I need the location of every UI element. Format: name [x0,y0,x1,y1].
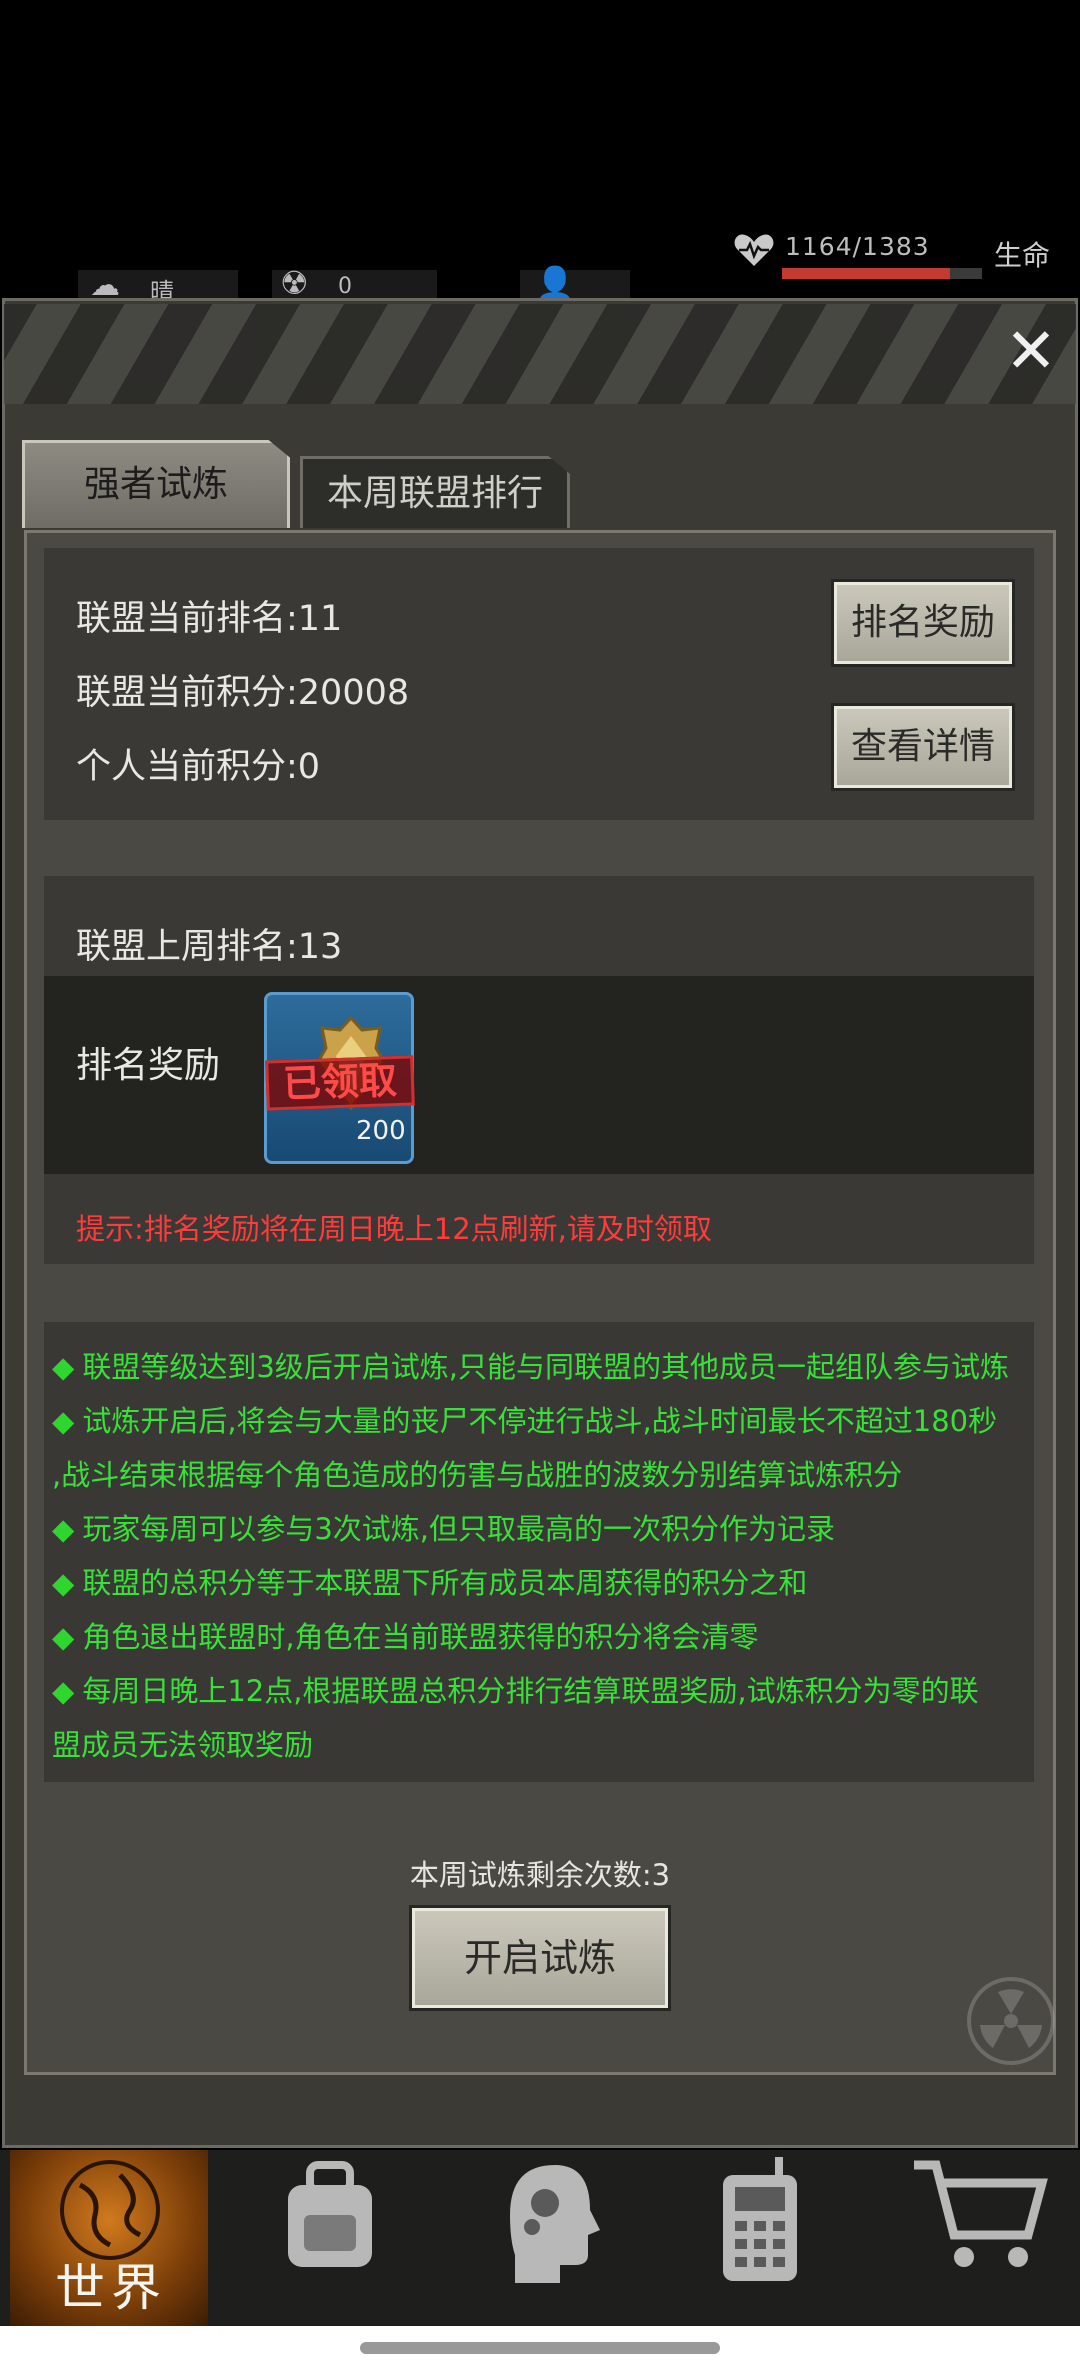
diamond-bullet-icon: ◆ [52,1566,75,1600]
radio-icon [723,2157,797,2281]
close-button[interactable]: ✕ [998,318,1064,384]
rule-item: ◆ 联盟等级达到3级后开启试炼,只能与同联盟的其他成员一起组队参与试炼 [52,1350,1009,1384]
radiation-value: 0 [338,274,352,299]
tab-weekly-alliance-ranking[interactable]: 本周联盟排行 [300,456,570,528]
rule-item: ◆ 角色退出联盟时,角色在当前联盟获得的积分将会清零 [52,1620,759,1654]
claimed-stamp: 已领取 [265,1055,415,1111]
heart-icon [734,234,774,266]
diamond-bullet-icon: ◆ [52,1404,75,1438]
refresh-tip: 提示:排名奖励将在周日晚上12点刷新,请及时领取 [76,1212,712,1246]
cart-icon [914,2160,1048,2267]
diamond-bullet-icon: ◆ [52,1620,75,1654]
head-gears-icon [510,2165,600,2283]
rank-reward-button[interactable]: 排名奖励 [831,579,1015,667]
rule-item: ◆ 玩家每周可以参与3次试炼,但只取最高的一次积分作为记录 [52,1512,835,1546]
view-details-button[interactable]: 查看详情 [831,703,1015,791]
personal-score: 个人当前积分:0 [76,747,321,787]
rule-item: ◆ 试炼开启后,将会与大量的丧尸不停进行战斗,战斗时间最长不超过180秒 [52,1404,998,1438]
start-trial-button[interactable]: 开启试炼 [409,1905,671,2011]
rule-item-continued: ,战斗结束根据每个角色造成的伤害与战胜的波数分别结算试炼积分 [52,1458,903,1492]
diamond-bullet-icon: ◆ [52,1674,75,1708]
life-label: 生命 [994,239,1051,272]
reward-label: 排名奖励 [76,1045,221,1086]
radiation-watermark-icon [967,1977,1055,2065]
hp-bar-fill [782,268,950,279]
person-icon: 👤 [535,264,575,302]
last-week-rank: 联盟上周排名:13 [76,927,343,967]
hazard-stripe-header [4,304,1076,404]
radiation-icon: ☢ [280,264,309,302]
diamond-bullet-icon: ◆ [52,1512,75,1546]
hp-text: 1164/1383 [785,232,930,261]
reward-count: 200 [356,1116,406,1146]
diamond-bullet-icon: ◆ [52,1350,75,1384]
tab-strong-trial[interactable]: 强者试炼 [22,440,290,528]
backpack-icon [288,2161,372,2267]
current-rank: 联盟当前排名:11 [76,599,343,639]
home-indicator[interactable] [360,2342,720,2354]
hp-bar [782,268,982,279]
remaining-attempts: 本周试炼剩余次数:3 [409,1858,671,1892]
rule-item-continued: 盟成员无法领取奖励 [52,1728,314,1762]
rule-item: ◆ 每周日晚上12点,根据联盟总积分排行结算联盟奖励,试炼积分为零的联 [52,1674,979,1708]
rule-item: ◆ 联盟的总积分等于本联盟下所有成员本周获得的积分之和 [52,1566,808,1600]
world-label: 世界 [55,2259,167,2317]
current-score: 联盟当前积分:20008 [76,673,410,713]
